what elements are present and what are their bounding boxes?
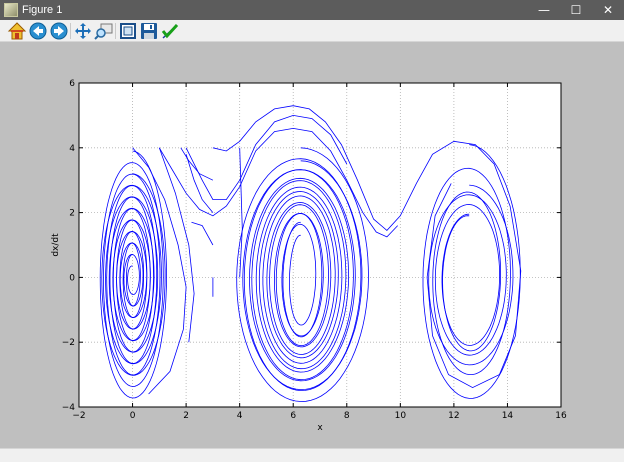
x-tick-label: 10: [395, 411, 407, 421]
close-button[interactable]: ✕: [592, 0, 624, 20]
x-tick-label: 2: [183, 411, 189, 421]
home-button[interactable]: [7, 21, 27, 41]
plot-svg: −2 0 2 4 6 8 10 12 14 16−4−20246 x dx/dt: [51, 79, 567, 433]
back-button[interactable]: [28, 21, 48, 41]
x-tick-label: 12: [448, 411, 459, 421]
y-tick-label: 2: [69, 209, 75, 219]
navigation-toolbar: [0, 20, 624, 42]
configure-subplots-icon: [120, 23, 136, 39]
x-tick-label: 8: [344, 411, 350, 421]
pan-button[interactable]: [73, 21, 93, 41]
zoom-button[interactable]: [94, 21, 114, 41]
title-bar: Figure 1 — ☐ ✕: [0, 0, 624, 20]
app-icon: [4, 3, 18, 17]
x-axis-label: x: [317, 423, 323, 433]
x-tick-label: 0: [130, 411, 136, 421]
y-tick-label: 0: [69, 273, 75, 283]
window-title: Figure 1: [22, 4, 63, 16]
x-tick-label: 6: [290, 411, 296, 421]
x-tick-label: 14: [502, 411, 514, 421]
x-tick-label: 4: [237, 411, 243, 421]
y-tick-label: 6: [69, 79, 75, 89]
y-axis-label: dx/dt: [51, 233, 61, 257]
toolbar-separator: [115, 23, 116, 39]
zoom-rect-icon: [94, 23, 113, 40]
save-button[interactable]: [139, 21, 159, 41]
x-tick-label: 16: [555, 411, 567, 421]
status-bar: [0, 448, 624, 462]
figure-canvas[interactable]: −2 0 2 4 6 8 10 12 14 16 −4 −2 0 2 4 6 x dx/dt: [0, 42, 624, 448]
forward-button[interactable]: [49, 21, 69, 41]
toolbar-separator: [70, 23, 71, 39]
edit-curves-button[interactable]: [160, 21, 180, 41]
back-arrow-icon: [29, 22, 47, 40]
edit-check-icon: [161, 23, 179, 39]
save-disk-icon: [141, 23, 157, 39]
y-tick-label: 4: [69, 144, 75, 154]
home-icon: [7, 22, 27, 40]
pan-move-icon: [75, 23, 91, 39]
forward-arrow-icon: [50, 22, 68, 40]
minimize-button[interactable]: —: [528, 0, 560, 20]
configure-subplots-button[interactable]: [118, 21, 138, 41]
maximize-button[interactable]: ☐: [560, 0, 592, 20]
y-tick-label: −4: [62, 403, 76, 413]
y-tick-label: −2: [62, 338, 75, 348]
